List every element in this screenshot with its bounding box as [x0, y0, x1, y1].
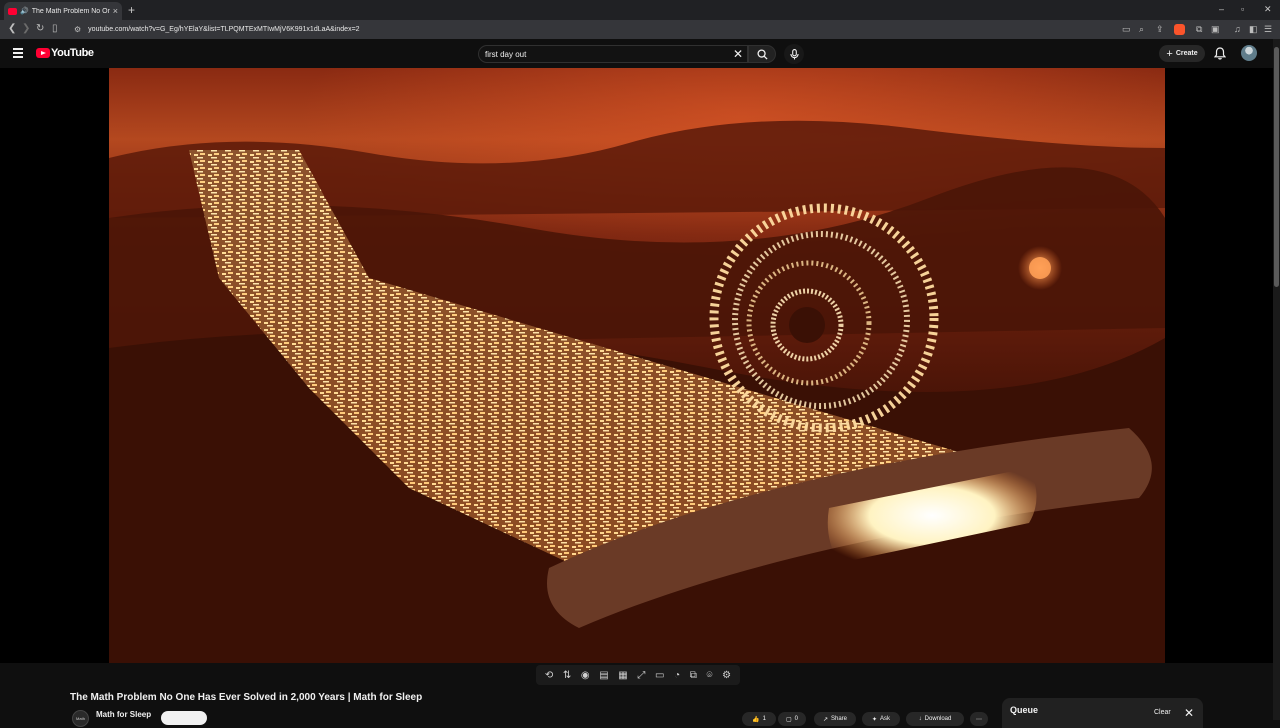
cast-icon[interactable]: ▭: [1122, 24, 1131, 35]
search-box: ✕: [478, 45, 748, 63]
search-input[interactable]: [485, 48, 725, 60]
create-label: Create: [1175, 50, 1198, 57]
browser-toolbar: ❮ ❯ ↻ ▯ ⚙ youtube.com/watch?v=G_Eg/hYEla…: [0, 20, 1280, 39]
scrollbar-thumb[interactable]: [1274, 47, 1279, 287]
queue-title: Queue: [1010, 705, 1039, 715]
close-window-button[interactable]: ✕: [1264, 4, 1272, 15]
youtube-favicon-icon: [8, 7, 17, 15]
minimize-button[interactable]: –: [1219, 4, 1224, 14]
create-button[interactable]: + Create: [1159, 45, 1205, 62]
share-icon: ↗: [822, 716, 828, 723]
account-avatar[interactable]: [1241, 45, 1257, 61]
browser-tab[interactable]: 🔊 The Math Problem No One H ×: [4, 2, 122, 20]
maximize-button[interactable]: ▫: [1241, 4, 1244, 14]
back-icon[interactable]: ❮: [8, 23, 16, 34]
new-tab-button[interactable]: +: [128, 3, 135, 17]
media-icon[interactable]: ♫: [1234, 24, 1241, 34]
microphone-icon: [789, 48, 799, 59]
browser-tab-strip: 🔊 The Math Problem No One H × + – ▫ ✕: [0, 0, 1280, 20]
stats-icon[interactable]: ◔: [674, 670, 680, 681]
queue-close-icon[interactable]: ✕: [1184, 706, 1194, 720]
share-page-icon[interactable]: ⇪: [1156, 24, 1164, 35]
close-tab-icon[interactable]: ×: [113, 6, 118, 16]
guide-menu-icon[interactable]: [13, 48, 23, 60]
like-button[interactable]: 👍 1: [742, 712, 776, 726]
video-title: The Math Problem No One Has Ever Solved …: [70, 692, 423, 703]
queue-panel: Queue Clear ✕: [1002, 698, 1203, 728]
youtube-logo-icon[interactable]: [36, 48, 50, 58]
video-artwork: [109, 120, 1165, 663]
extensions-icon[interactable]: ⧉: [1196, 24, 1202, 35]
video-frame[interactable]: [109, 68, 1165, 663]
sparkle-icon: ✦: [871, 716, 877, 723]
forward-icon[interactable]: ❯: [22, 23, 30, 34]
plus-icon: +: [1166, 47, 1173, 60]
cinema-icon[interactable]: ▦: [618, 670, 627, 681]
address-bar[interactable]: ⚙ youtube.com/watch?v=G_Eg/hYElaY&list=T…: [68, 22, 1108, 37]
settings-gear-icon[interactable]: ⚙: [722, 670, 731, 681]
wallet-icon[interactable]: ▣: [1211, 24, 1220, 35]
popup-icon[interactable]: ⧉: [690, 670, 697, 681]
browser-tab-title: The Math Problem No One H: [31, 7, 110, 15]
audio-icon[interactable]: ◉: [581, 670, 590, 681]
queue-clear-button[interactable]: Clear: [1154, 709, 1171, 716]
ask-button[interactable]: ✦ Ask: [862, 712, 900, 726]
site-info-icon[interactable]: ⚙: [74, 25, 81, 34]
more-icon: ⋯: [976, 716, 982, 723]
zoom-icon[interactable]: ⌕: [1139, 24, 1144, 35]
reload-icon[interactable]: ↻: [36, 23, 44, 34]
clear-search-icon[interactable]: ✕: [733, 47, 743, 61]
channel-name[interactable]: Math for Sleep: [96, 710, 151, 719]
menu-icon[interactable]: ☰: [1264, 24, 1272, 35]
download-button[interactable]: ↓ Download: [906, 712, 964, 726]
ask-label: Ask: [880, 716, 891, 722]
speaker-icon[interactable]: 🔊: [20, 7, 29, 15]
notifications-bell-icon[interactable]: [1214, 47, 1226, 60]
page-scrollbar[interactable]: [1273, 39, 1280, 720]
youtube-logo-text[interactable]: YouTube: [51, 47, 94, 59]
screenshot-icon[interactable]: ⌾: [707, 670, 713, 681]
comment-icon: ▢: [785, 716, 792, 723]
subscribe-button[interactable]: [161, 711, 207, 725]
filter-icon[interactable]: ▤: [599, 670, 608, 681]
miniplayer-icon[interactable]: ▭: [655, 670, 664, 681]
voice-search-button[interactable]: [784, 44, 804, 64]
bookmark-icon[interactable]: ▯: [52, 23, 58, 34]
share-label: Share: [831, 716, 848, 722]
speed-icon[interactable]: ⇅: [563, 670, 571, 681]
url-text[interactable]: youtube.com/watch?v=G_Eg/hYElaY&list=TLP…: [88, 26, 359, 33]
like-count: 1: [762, 716, 766, 722]
loop-icon[interactable]: ⟲: [545, 670, 553, 681]
resize-icon[interactable]: ⤢: [637, 670, 645, 681]
youtube-masthead: YouTube ✕ + Create: [0, 39, 1280, 68]
share-button[interactable]: ↗ Share: [814, 712, 856, 726]
search-icon: [756, 48, 768, 60]
thumbs-up-icon: 👍: [752, 716, 760, 723]
comments-button[interactable]: ▢ 0: [778, 712, 806, 726]
download-icon: ↓: [918, 716, 922, 722]
player-extension-toolbar: ⟲ ⇅ ◉ ▤ ▦ ⤢ ▭ ◔ ⧉ ⌾ ⚙: [536, 665, 740, 685]
brave-shield-icon[interactable]: [1174, 24, 1185, 35]
comment-count: 0: [794, 716, 798, 722]
download-label: Download: [924, 716, 952, 722]
sidebar-icon[interactable]: ◧: [1249, 24, 1258, 35]
search-button[interactable]: [748, 45, 776, 63]
more-actions-button[interactable]: ⋯: [970, 712, 988, 726]
video-player[interactable]: [0, 68, 1273, 663]
channel-avatar[interactable]: Math: [72, 710, 89, 727]
